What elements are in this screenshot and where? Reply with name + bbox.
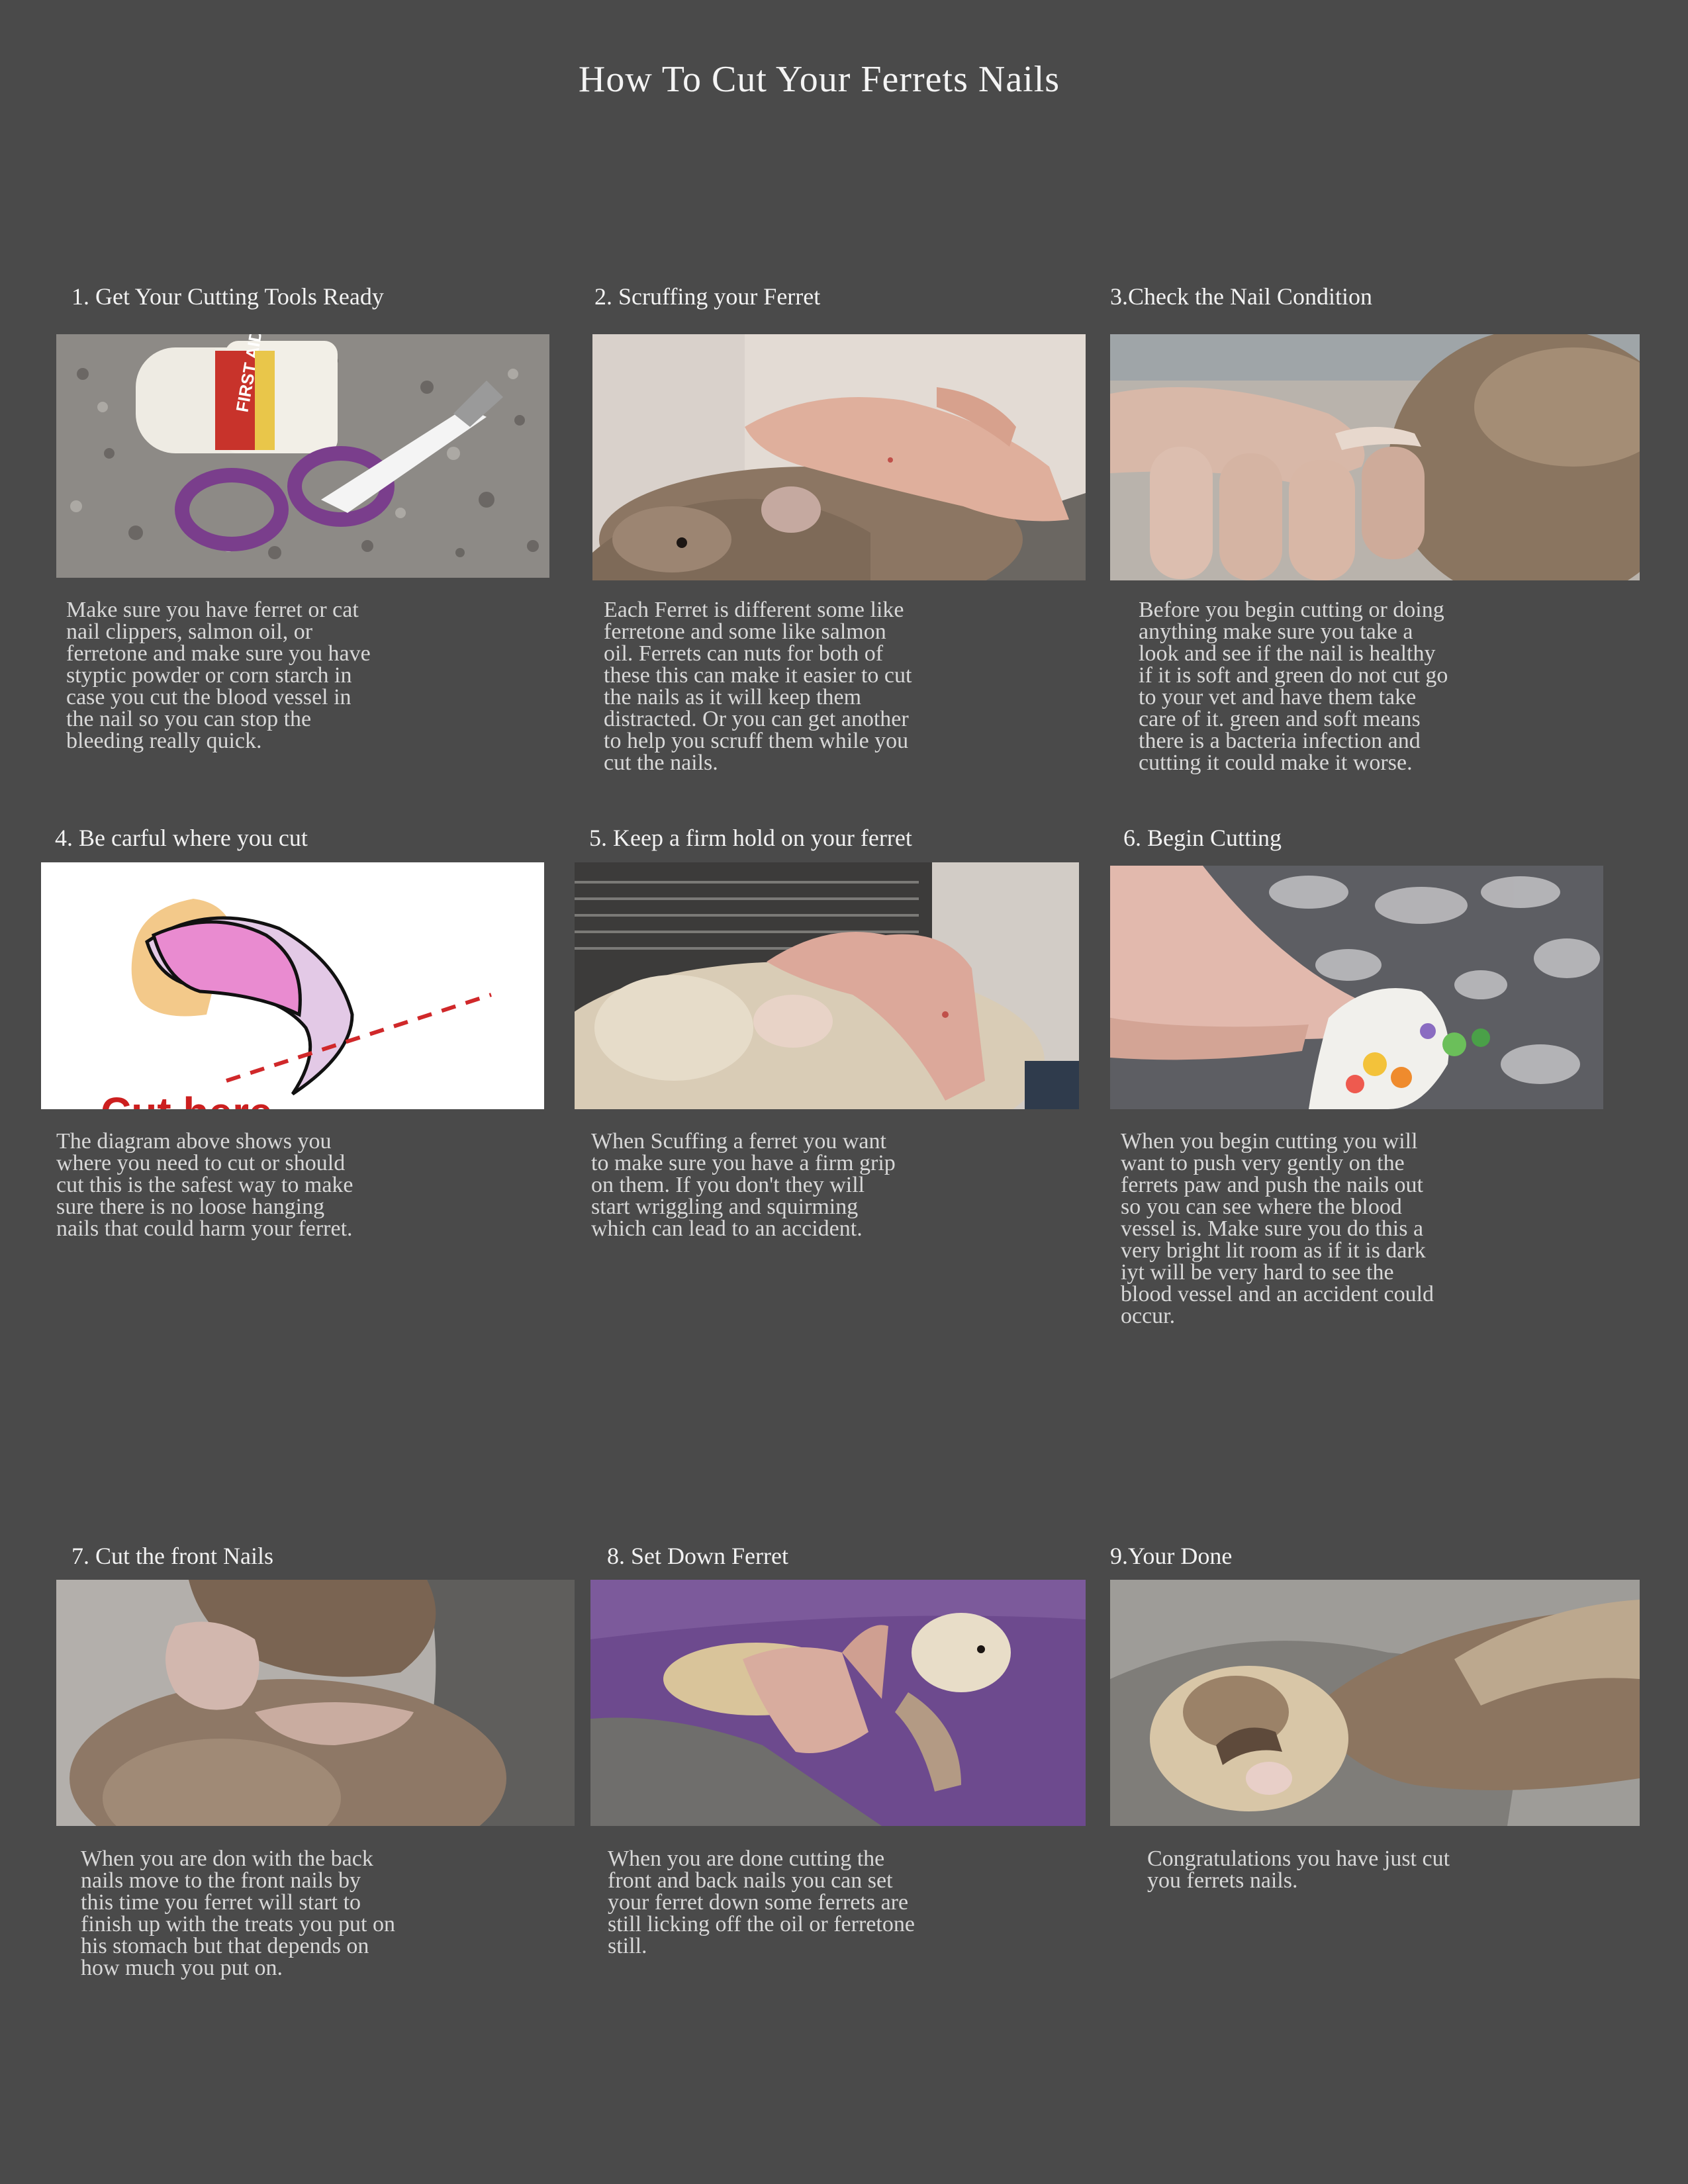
text-line: When you are done cutting the bbox=[608, 1846, 885, 1871]
step-7-image bbox=[56, 1580, 575, 1826]
step-6-heading: 6. Begin Cutting bbox=[1123, 825, 1282, 851]
text-line: Each Ferret is different some like bbox=[604, 598, 904, 622]
text-line: Congratulations you have just cut bbox=[1147, 1846, 1450, 1871]
text-line: the nail so you can stop the bbox=[66, 707, 312, 731]
text-line: start wriggling and squirming bbox=[591, 1195, 859, 1219]
text-line: so you can see where the blood bbox=[1121, 1195, 1402, 1219]
text-line: ferretone and some like salmon bbox=[604, 619, 886, 644]
text-line: case you cut the blood vessel in bbox=[66, 685, 352, 709]
step-7-text: When you are don with the back nails mov… bbox=[81, 1848, 395, 1979]
step-5-image bbox=[575, 862, 1079, 1109]
text-line: The diagram above shows you bbox=[56, 1129, 332, 1154]
step-3-heading: 3.Check the Nail Condition bbox=[1110, 283, 1372, 310]
nail-diagram-icon: Cut here bbox=[41, 862, 544, 1109]
step-9-image bbox=[1110, 1580, 1640, 1826]
step-9-text: Congratulations you have just cut you fe… bbox=[1147, 1846, 1450, 1893]
text-line: look and see if the nail is healthy bbox=[1139, 641, 1436, 666]
text-line: finish up with the treats you put on bbox=[81, 1912, 396, 1936]
step-8-text: When you are done cutting the front and … bbox=[608, 1846, 915, 1958]
step-1-image: FIRST AID bbox=[56, 334, 549, 578]
front-nails-photo-icon bbox=[56, 1580, 575, 1826]
text-line: to help you scruff them while you bbox=[604, 729, 909, 753]
text-line: nails that could harm your ferret. bbox=[56, 1216, 353, 1241]
text-line: ferretone and make sure you have bbox=[66, 641, 371, 666]
text-line: When you are don with the back bbox=[81, 1846, 373, 1871]
text-line: ferrets paw and push the nails out bbox=[1121, 1173, 1423, 1197]
step-1-heading: 1. Get Your Cutting Tools Ready bbox=[71, 283, 384, 310]
step-3-text: Before you begin cutting or doing anythi… bbox=[1139, 599, 1448, 774]
text-line: if it is soft and green do not cut go bbox=[1139, 663, 1448, 688]
text-line: to your vet and have them take bbox=[1139, 685, 1417, 709]
text-line: front and back nails you can set bbox=[608, 1868, 893, 1893]
step-4-image: Cut here bbox=[41, 862, 544, 1109]
text-line: to make sure you have a firm grip bbox=[591, 1151, 896, 1175]
text-line: bleeding really quick. bbox=[66, 729, 262, 753]
text-line: sure there is no loose hanging bbox=[56, 1195, 325, 1219]
ferret-scruff-photo-icon bbox=[592, 334, 1086, 580]
step-4-heading: 4. Be carful where you cut bbox=[55, 825, 308, 851]
text-line: his stomach but that depends on bbox=[81, 1934, 369, 1958]
step-9-heading: 9.Your Done bbox=[1110, 1543, 1233, 1569]
cutting-tools-photo-icon: FIRST AID bbox=[56, 334, 549, 578]
text-line: care of it. green and soft means bbox=[1139, 707, 1421, 731]
text-line: want to push very gently on the bbox=[1121, 1151, 1405, 1175]
text-line: distracted. Or you can get another bbox=[604, 707, 909, 731]
text-line: Make sure you have ferret or cat bbox=[66, 598, 359, 622]
step-2-text: Each Ferret is different some like ferre… bbox=[604, 599, 912, 774]
text-line: this time you ferret will start to bbox=[81, 1890, 361, 1915]
nail-check-photo-icon bbox=[1110, 334, 1640, 580]
step-7-heading: 7. Cut the front Nails bbox=[71, 1543, 273, 1569]
resting-ferret-photo-icon bbox=[1110, 1580, 1640, 1826]
page-title: How To Cut Your Ferrets Nails bbox=[578, 59, 1060, 100]
text-line: blood vessel and an accident could bbox=[1121, 1282, 1434, 1306]
step-5-heading: 5. Keep a firm hold on your ferret bbox=[589, 825, 912, 851]
text-line: there is a bacteria infection and bbox=[1139, 729, 1421, 753]
step-6-image bbox=[1110, 866, 1603, 1109]
cut-here-label: Cut here bbox=[101, 1089, 273, 1109]
step-4-text: The diagram above shows you where you ne… bbox=[56, 1130, 353, 1240]
step-6-text: When you begin cutting you will want to … bbox=[1121, 1129, 1434, 1328]
text-line: very bright lit room as if it is dark bbox=[1121, 1238, 1426, 1263]
text-line: still. bbox=[608, 1934, 647, 1958]
text-line: still licking off the oil or ferretone bbox=[608, 1912, 915, 1936]
text-line: you ferrets nails. bbox=[1147, 1868, 1298, 1893]
text-line: your ferret down some ferrets are bbox=[608, 1890, 909, 1915]
text-line: these this can make it easier to cut bbox=[604, 663, 912, 688]
step-8-image bbox=[590, 1580, 1086, 1826]
step-2-heading: 2. Scruffing your Ferret bbox=[594, 283, 821, 310]
text-line: where you need to cut or should bbox=[56, 1151, 346, 1175]
text-line: how much you put on. bbox=[81, 1956, 283, 1980]
text-line: oil. Ferrets can nuts for both of bbox=[604, 641, 884, 666]
text-line: vessel is. Make sure you do this a bbox=[1121, 1216, 1424, 1241]
cutting-paw-photo-icon bbox=[1110, 866, 1603, 1109]
text-line: iyt will be very hard to see the bbox=[1121, 1260, 1394, 1285]
text-line: When you begin cutting you will bbox=[1121, 1129, 1418, 1154]
text-line: nails move to the front nails by bbox=[81, 1868, 361, 1893]
text-line: nail clippers, salmon oil, or bbox=[66, 619, 313, 644]
text-line: on them. If you don't they will bbox=[591, 1173, 865, 1197]
set-down-photo-icon bbox=[590, 1580, 1086, 1826]
step-2-image bbox=[592, 334, 1086, 580]
step-5-text: When Scuffing a ferret you want to make … bbox=[591, 1130, 896, 1240]
step-8-heading: 8. Set Down Ferret bbox=[607, 1543, 788, 1569]
firm-hold-photo-icon bbox=[575, 862, 1079, 1109]
step-3-image bbox=[1110, 334, 1640, 580]
text-line: When Scuffing a ferret you want bbox=[591, 1129, 886, 1154]
text-line: cut the nails. bbox=[604, 751, 718, 775]
text-line: styptic powder or corn starch in bbox=[66, 663, 352, 688]
text-line: cut this is the safest way to make bbox=[56, 1173, 353, 1197]
text-line: Before you begin cutting or doing bbox=[1139, 598, 1444, 622]
text-line: cutting it could make it worse. bbox=[1139, 751, 1413, 775]
text-line: occur. bbox=[1121, 1304, 1176, 1328]
step-1-text: Make sure you have ferret or cat nail cl… bbox=[66, 599, 371, 752]
text-line: anything make sure you take a bbox=[1139, 619, 1413, 644]
text-line: the nails as it will keep them bbox=[604, 685, 862, 709]
text-line: which can lead to an accident. bbox=[591, 1216, 863, 1241]
